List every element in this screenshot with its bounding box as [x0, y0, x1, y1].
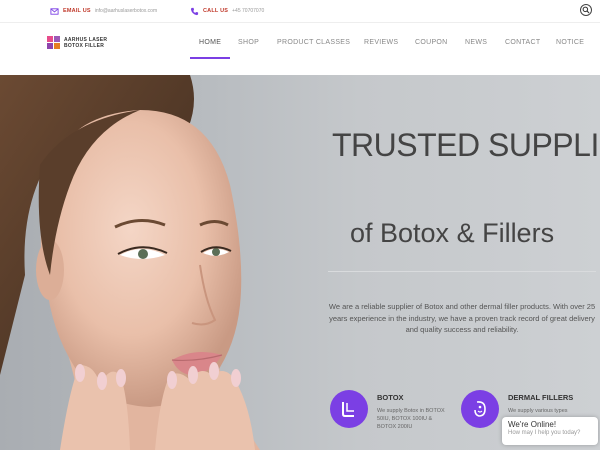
feature-botox-badge [330, 390, 368, 428]
email-value[interactable]: info@aarhuslaserbotox.com [95, 8, 157, 14]
hero-title: TRUSTED SUPPLIER [332, 127, 600, 163]
nav-item-contact[interactable]: CONTACT [505, 39, 540, 46]
feature-fillers-badge [461, 390, 499, 428]
phone-icon [190, 7, 199, 15]
hero-subtitle: of Botox & Fillers [350, 218, 555, 248]
site-logo[interactable]: AARHUS LASER BOTOX FILLER [47, 36, 107, 50]
nav-item-home[interactable]: HOME [199, 39, 221, 46]
logo-text: AARHUS LASER BOTOX FILLER [64, 37, 107, 49]
hero-divider [328, 271, 596, 272]
hero-description: We are a reliable supplier of Botox and … [328, 302, 596, 334]
logo-mark-icon [47, 36, 60, 49]
envelope-icon [50, 7, 59, 15]
chat-subtitle: How may I help you today? [508, 430, 581, 436]
search-button[interactable] [580, 4, 592, 16]
nav-item-notice[interactable]: NOTICE [556, 39, 584, 46]
top-bar: EMAIL US info@aarhuslaserbotox.com CALL … [0, 0, 600, 22]
syringe-icon [342, 402, 354, 417]
call-label: CALL US [203, 8, 229, 14]
chat-title: We're Online! [508, 420, 557, 429]
nav-item-news[interactable]: NEWS [465, 39, 487, 46]
main-header: AARHUS LASER BOTOX FILLER HOME SHOP PROD… [0, 22, 600, 74]
phone-contact[interactable]: CALL US +45 70707070 [190, 5, 264, 17]
feature-fillers-title: DERMAL FILLERS [508, 393, 574, 402]
email-contact[interactable]: EMAIL US info@aarhuslaserbotox.com [50, 5, 157, 17]
active-nav-indicator [190, 57, 230, 59]
nav-item-coupon[interactable]: COUPON [415, 39, 448, 46]
search-icon [582, 6, 590, 14]
feature-fillers-text: We supply various types [508, 408, 568, 414]
hero-section: TRUSTED SUPPLIER of Botox & Fillers We a… [0, 75, 600, 450]
nav-item-product-classes[interactable]: PRODUCT CLASSES [277, 39, 350, 46]
face-icon [474, 401, 486, 417]
hero-model-image [0, 75, 260, 450]
feature-botox-text: We supply Botox in BOTOX 50IU, BOTOX 100… [377, 408, 445, 430]
email-label: EMAIL US [63, 8, 91, 14]
live-chat-widget[interactable]: We're Online! How may I help you today? [502, 417, 598, 445]
feature-botox-title: BOTOX [377, 393, 404, 402]
nav-item-reviews[interactable]: REVIEWS [364, 39, 398, 46]
nav-item-shop[interactable]: SHOP [238, 39, 259, 46]
logo-line-2: BOTOX FILLER [64, 43, 105, 49]
call-value[interactable]: +45 70707070 [232, 8, 264, 14]
